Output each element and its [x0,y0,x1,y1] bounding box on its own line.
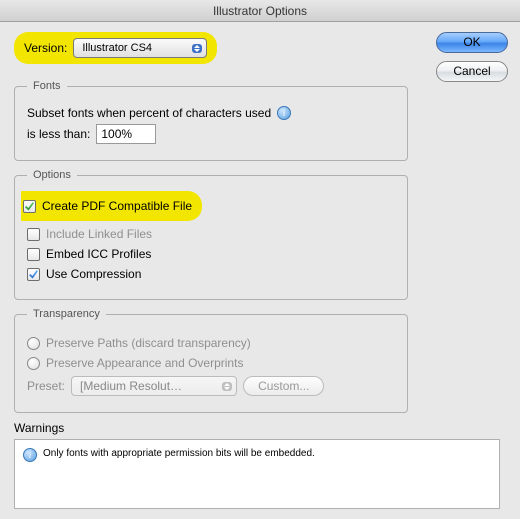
transparency-legend: Transparency [27,308,106,320]
version-highlight: Version: Illustrator CS4 [14,32,217,64]
pdf-label: Create PDF Compatible File [42,199,192,213]
warnings-label: Warnings [14,421,506,435]
paths-radio [27,337,40,350]
version-select[interactable]: Illustrator CS4 [73,38,207,58]
window-title: Illustrator Options [0,0,520,22]
custom-button: Custom... [243,376,324,396]
chevron-updown-icon [222,382,232,391]
linked-checkbox[interactable] [27,228,40,241]
appearance-radio [27,357,40,370]
version-value: Illustrator CS4 [82,42,152,54]
info-icon[interactable]: i [277,106,291,120]
fonts-line2: is less than: [27,127,90,141]
chevron-updown-icon [192,44,202,53]
fonts-group: Fonts Subset fonts when percent of chara… [14,80,408,161]
preset-value: [Medium Resolut… [80,379,182,393]
options-group: Options Create PDF Compatible File Inclu… [14,169,408,300]
fonts-percent-input[interactable] [96,124,156,144]
compress-label: Use Compression [46,267,141,281]
preset-label: Preset: [27,379,65,393]
dialog-buttons: OK Cancel [436,32,508,82]
pdf-checkbox[interactable] [23,200,36,213]
linked-label: Include Linked Files [46,227,152,241]
info-icon: i [23,448,37,462]
paths-label: Preserve Paths (discard transparency) [46,336,251,350]
cancel-button[interactable]: Cancel [436,61,508,82]
appearance-label: Preserve Appearance and Overprints [46,356,243,370]
fonts-line1: Subset fonts when percent of characters … [27,106,271,120]
options-legend: Options [27,169,77,181]
transparency-group: Transparency Preserve Paths (discard tra… [14,308,408,413]
preset-select: [Medium Resolut… [71,376,237,396]
fonts-legend: Fonts [27,80,67,92]
icc-label: Embed ICC Profiles [46,247,151,261]
version-label: Version: [24,41,67,55]
ok-button[interactable]: OK [436,32,508,53]
compress-checkbox[interactable] [27,268,40,281]
warnings-message: Only fonts with appropriate permission b… [43,448,315,459]
warnings-box: i Only fonts with appropriate permission… [14,439,500,509]
icc-checkbox[interactable] [27,248,40,261]
